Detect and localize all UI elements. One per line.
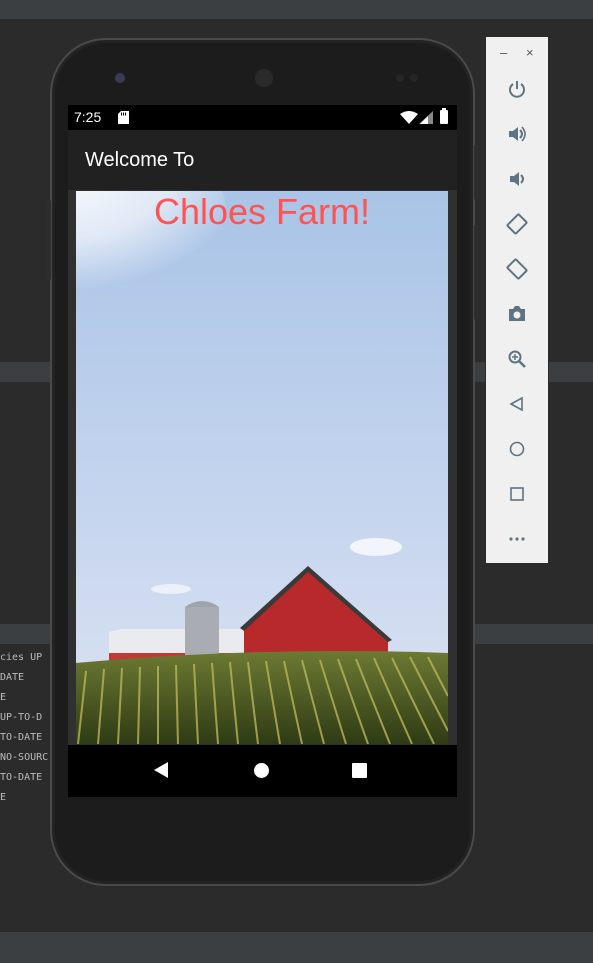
screenshot-button[interactable] (505, 302, 529, 326)
nav-home-button[interactable] (254, 763, 269, 778)
zoom-icon (508, 350, 526, 368)
more-button[interactable] (505, 527, 529, 551)
volume-keys (474, 225, 479, 320)
proximity-sensor (396, 74, 404, 82)
sd-card-icon (118, 111, 129, 124)
phone-screen: 7:25 Welcome To Chloes Farm! (68, 105, 457, 797)
wifi-icon (400, 111, 418, 124)
light-sensor (410, 74, 418, 82)
farm-scene-icon (76, 191, 448, 744)
power-button[interactable] (505, 77, 529, 101)
farm-headline: Chloes Farm! (153, 191, 371, 232)
back-button[interactable] (505, 392, 529, 416)
more-icon (509, 537, 525, 541)
content-area: Chloes Farm! (68, 190, 457, 745)
minimize-button[interactable]: – (500, 45, 507, 60)
front-camera (115, 73, 125, 83)
close-button[interactable]: × (526, 45, 534, 60)
overview-icon (510, 487, 524, 501)
volume-up-button[interactable] (505, 122, 529, 146)
home-icon (509, 441, 525, 457)
power-icon (509, 81, 525, 98)
rotate-right-icon (506, 258, 528, 280)
nav-recents-button[interactable] (352, 763, 367, 778)
navigation-bar (68, 745, 457, 797)
app-title: Welcome To (85, 149, 195, 171)
back-icon (509, 396, 523, 412)
app-bar: Welcome To (68, 130, 457, 190)
status-time: 7:25 (74, 109, 102, 125)
signal-icon (419, 111, 433, 124)
rotate-left-button[interactable] (505, 212, 529, 236)
emulator-toolbar: – × (485, 36, 549, 564)
status-bar: 7:25 (68, 105, 457, 130)
overview-button[interactable] (505, 482, 529, 506)
volume-down-button[interactable] (505, 167, 529, 191)
volume-down-icon (510, 172, 524, 186)
battery-icon (440, 108, 448, 124)
camera-icon (509, 306, 525, 321)
ide-top-bar (0, 0, 593, 19)
rotate-right-button[interactable] (505, 257, 529, 281)
side-button-left (46, 200, 51, 280)
zoom-button[interactable] (505, 347, 529, 371)
power-key (474, 145, 479, 200)
nav-back-button[interactable] (154, 762, 168, 778)
home-button[interactable] (505, 437, 529, 461)
farm-background-image: Chloes Farm! (76, 191, 448, 744)
rotate-left-icon (506, 213, 528, 235)
speaker-grille (255, 69, 273, 87)
ide-bottom-bar (0, 932, 593, 963)
volume-up-icon (509, 126, 526, 142)
